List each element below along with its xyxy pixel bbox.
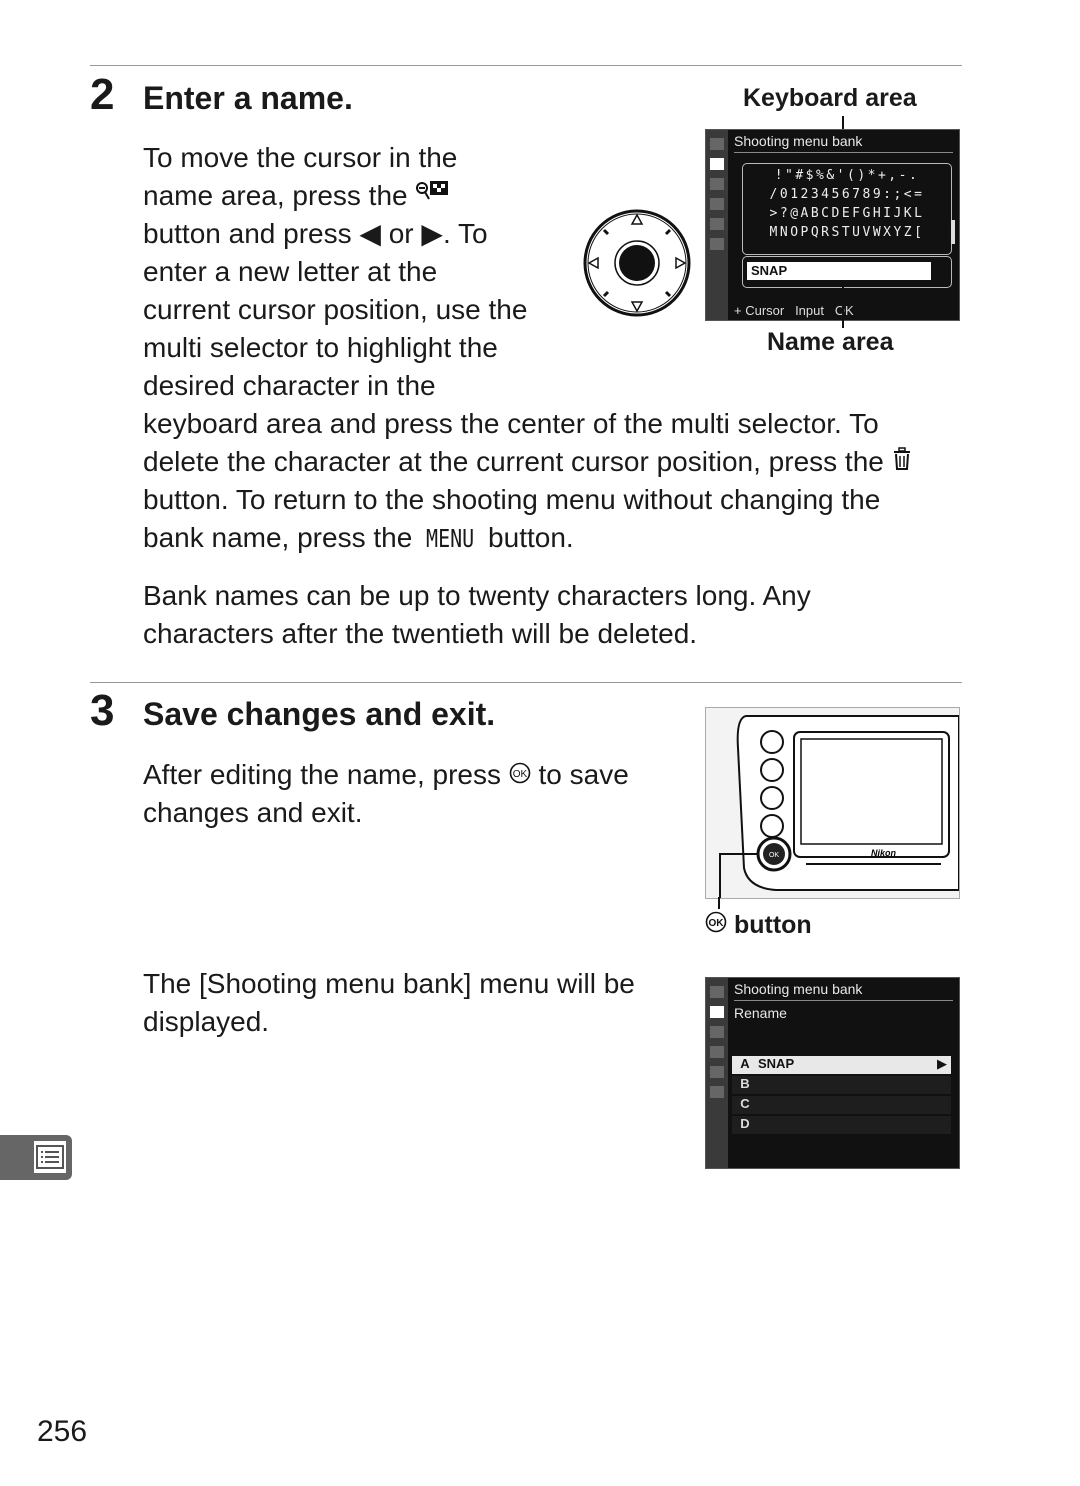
- step-number: 2: [90, 70, 115, 119]
- text-line: displayed.: [143, 1006, 270, 1037]
- text-line: button. To return to the shooting menu w…: [143, 484, 881, 515]
- text-line: After editing the name, press OK to save: [143, 759, 629, 790]
- screen-footer: + Cursor Input OK: [734, 303, 854, 318]
- step-instructions: After editing the name, press OK to save…: [143, 756, 629, 832]
- ok-button-label: OK button: [705, 911, 812, 940]
- zoom-out-thumbnail-icon: [415, 177, 451, 215]
- bank-row[interactable]: B: [732, 1076, 951, 1094]
- svg-text:OK: OK: [709, 918, 725, 929]
- keyboard-area[interactable]: !"#$%&'()*+,-. /0123456789:;<= >?@ABCDEF…: [742, 163, 952, 255]
- text-line: changes and exit.: [143, 797, 363, 828]
- keyboard-row: /0123456789:;<=: [769, 187, 925, 202]
- section-divider: [90, 65, 962, 66]
- rename-screen: Shooting menu bank !"#$%&'()*+,-. /01234…: [705, 129, 960, 321]
- text-line: delete the character at the current curs…: [143, 443, 912, 481]
- ok-button-icon: OK: [705, 911, 727, 939]
- text-line: desired character in the: [143, 370, 436, 401]
- keyboard-row: MNOPQRSTUVWXYZ[: [769, 225, 925, 240]
- name-area[interactable]: SNAP: [742, 256, 952, 288]
- keyboard-row: >?@ABCDEFGHIJKL: [769, 206, 925, 221]
- svg-text:OK: OK: [769, 852, 779, 859]
- camera-back-illustration: Nikon OK: [705, 707, 960, 899]
- multi-selector-icon: [582, 208, 692, 318]
- screen-subtitle: Rename: [734, 1005, 787, 1021]
- bank-row[interactable]: C: [732, 1096, 951, 1114]
- menu-tabs: [706, 130, 728, 320]
- text-line: bank name, press the MENU button.: [143, 519, 912, 558]
- note-text: Bank names can be up to twenty character…: [143, 577, 811, 653]
- ok-button-icon: OK: [509, 759, 531, 790]
- menu-button-glyph: MENU: [426, 524, 475, 553]
- text-line: keyboard area and press the center of th…: [143, 408, 879, 439]
- step-heading: Enter a name.: [143, 80, 353, 116]
- text-line: Bank names can be up to twenty character…: [143, 580, 811, 611]
- keyboard-row: !"#$%&'()*+,-.: [774, 168, 920, 183]
- step-number: 3: [90, 686, 115, 735]
- screen-title: Shooting menu bank: [734, 981, 863, 997]
- result-text: The [Shooting menu bank] menu will be di…: [143, 965, 635, 1041]
- bank-row[interactable]: A SNAP ▶: [732, 1056, 951, 1074]
- page-number: 256: [37, 1415, 88, 1448]
- chapter-tab: [0, 1135, 72, 1180]
- keyboard-area-label: Keyboard area: [743, 84, 917, 112]
- bank-row[interactable]: D: [732, 1116, 951, 1134]
- trash-icon: [892, 446, 912, 477]
- callout-line: [842, 286, 844, 328]
- text-line: The [Shooting menu bank] menu will be: [143, 968, 635, 999]
- name-field[interactable]: SNAP: [747, 262, 931, 280]
- text-line: characters after the twentieth will be d…: [143, 618, 698, 649]
- left-arrow-icon: ◀: [359, 218, 381, 249]
- screen-title: Shooting menu bank: [734, 133, 863, 149]
- step-heading: Save changes and exit.: [143, 696, 496, 732]
- bank-menu-screen: Shooting menu bank Rename A SNAP ▶ B C D: [705, 977, 960, 1169]
- right-arrow-icon: ▶: [421, 218, 443, 249]
- brand-logo: Nikon: [871, 848, 897, 858]
- name-area-label: Name area: [767, 328, 894, 356]
- menu-list-icon: [34, 1141, 66, 1173]
- section-divider: [90, 682, 962, 683]
- menu-tabs: [706, 978, 728, 1168]
- chevron-right-icon: ▶: [937, 1056, 947, 1071]
- svg-text:OK: OK: [513, 769, 528, 780]
